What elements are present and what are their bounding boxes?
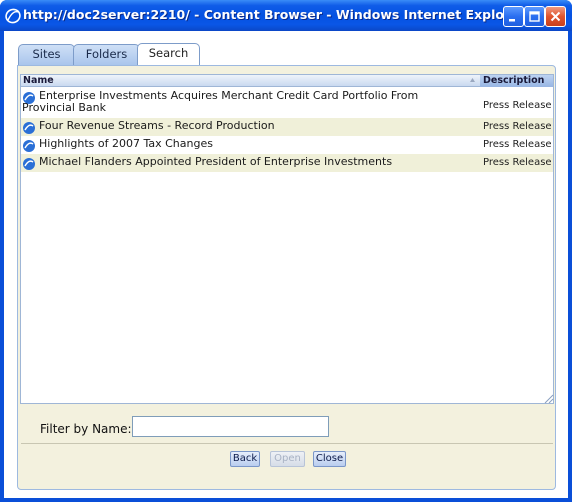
row-name: Highlights of 2007 Tax Changes (39, 137, 213, 150)
grid-header: Name Description (21, 75, 553, 87)
results-grid: Name Description Enterprise Investments … (20, 74, 554, 404)
minimize-button[interactable] (503, 6, 524, 27)
table-row[interactable]: Enterprise Investments Acquires Merchant… (21, 88, 553, 118)
column-header-description[interactable]: Description (480, 75, 553, 87)
row-description: Press Release (483, 139, 552, 150)
resize-grip-icon[interactable] (544, 394, 554, 404)
content-browser: Sites Folders Search Name Description En… (4, 31, 568, 498)
tab-search[interactable]: Search (137, 43, 200, 66)
sort-ascending-icon (470, 78, 475, 82)
row-description: Press Release (483, 100, 552, 111)
divider (21, 443, 553, 444)
filter-by-name-input[interactable] (132, 416, 329, 437)
title-bar[interactable]: http://doc2server:2210/ - Content Browse… (0, 0, 572, 31)
column-header-name[interactable]: Name (23, 75, 54, 86)
close-icon (550, 11, 561, 22)
table-row[interactable]: Highlights of 2007 Tax Changes Press Rel… (21, 136, 553, 154)
ie-icon (5, 8, 21, 24)
maximize-button[interactable] (524, 6, 545, 27)
table-row[interactable]: Michael Flanders Appointed President of … (21, 154, 553, 172)
close-button[interactable]: Close (313, 451, 346, 467)
filter-label: Filter by Name: (40, 422, 132, 436)
row-description: Press Release (483, 157, 552, 168)
row-name: Enterprise Investments Acquires Merchant… (22, 89, 419, 114)
browser-window: http://doc2server:2210/ - Content Browse… (0, 0, 572, 502)
tab-folders[interactable]: Folders (73, 44, 140, 65)
minimize-icon (509, 19, 515, 22)
window-title: http://doc2server:2210/ - Content Browse… (23, 7, 525, 22)
back-button[interactable]: Back (230, 451, 260, 467)
tab-sites[interactable]: Sites (18, 44, 75, 65)
row-name: Four Revenue Streams - Record Production (39, 119, 275, 132)
table-row[interactable]: Four Revenue Streams - Record Production… (21, 118, 553, 136)
maximize-icon (529, 11, 540, 22)
close-window-button[interactable] (545, 6, 566, 27)
row-name: Michael Flanders Appointed President of … (39, 155, 393, 168)
row-description: Press Release (483, 121, 552, 132)
open-button[interactable]: Open (270, 451, 305, 467)
search-panel: Name Description Enterprise Investments … (17, 65, 556, 490)
window-client-area: Sites Folders Search Name Description En… (4, 31, 568, 498)
